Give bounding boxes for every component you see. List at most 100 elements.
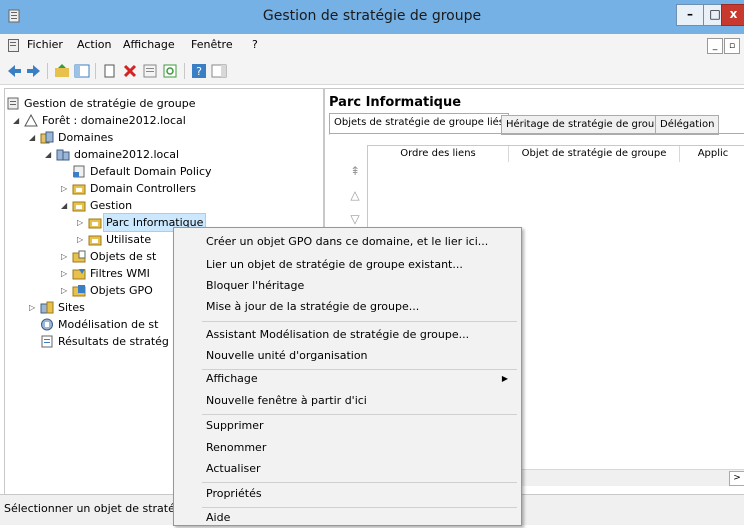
menu-item-delete[interactable]: Supprimer xyxy=(206,416,264,436)
move-down-icon[interactable]: ▽ xyxy=(347,212,363,228)
menu-item-new-ou[interactable]: Nouvelle unité d'organisation xyxy=(206,346,368,366)
toolbar-separator xyxy=(95,63,96,79)
starter-gpo-icon xyxy=(72,285,86,297)
column-header-link-order[interactable]: Ordre des liens xyxy=(368,146,509,162)
forward-arrow-icon[interactable] xyxy=(26,63,42,79)
tree-node-label: Domaines xyxy=(58,131,114,144)
title-bar: Gestion de stratégie de groupe – □ x xyxy=(0,0,744,34)
tab-delegation[interactable]: Délégation xyxy=(655,115,720,135)
expand-icon[interactable]: ▷ xyxy=(61,265,71,282)
menu-separator xyxy=(202,507,517,508)
tab-linked-gpos[interactable]: Objets de stratégie de groupe liés xyxy=(329,113,510,135)
menu-separator xyxy=(202,482,517,483)
tree-node-label: Utilisate xyxy=(106,233,152,246)
tree-node-label: Domain Controllers xyxy=(90,182,197,195)
wmi-folder-icon xyxy=(72,269,86,280)
tree-node-label: Objets GPO xyxy=(90,284,153,297)
show-hide-action-pane-icon[interactable] xyxy=(211,63,227,79)
tree-node-label: domaine2012.local xyxy=(74,148,180,161)
collapse-icon[interactable]: ◢ xyxy=(61,197,71,214)
expand-icon[interactable]: ▷ xyxy=(61,282,71,299)
tree-node-label: Forêt : domaine2012.local xyxy=(42,114,186,127)
collapse-icon[interactable]: ◢ xyxy=(13,112,23,129)
move-top-icon[interactable]: ⇞ xyxy=(347,164,363,180)
toolbar-separator xyxy=(47,63,48,79)
status-text: Sélectionner un objet de straté xyxy=(4,502,175,515)
help-icon[interactable]: ? xyxy=(191,63,207,79)
column-header-applied[interactable]: Applic xyxy=(680,146,744,162)
menu-separator xyxy=(202,321,517,322)
menu-item-link-existing-gpo[interactable]: Lier un objet de stratégie de groupe exi… xyxy=(206,255,463,275)
details-title: Parc Informatique xyxy=(329,95,462,110)
expand-icon[interactable]: ▷ xyxy=(77,214,87,231)
tree-node-label: Gestion xyxy=(90,199,133,212)
forest-icon xyxy=(24,114,38,127)
menu-action[interactable]: Action xyxy=(77,38,111,51)
tab-inheritance[interactable]: Héritage de stratégie de groupe xyxy=(501,115,672,135)
ou-icon xyxy=(88,218,102,229)
close-button[interactable]: x xyxy=(721,4,744,26)
menu-fenetre[interactable]: Fenêtre xyxy=(191,38,233,51)
menu-item-gp-update[interactable]: Mise à jour de la stratégie de groupe... xyxy=(206,297,419,317)
expand-icon[interactable]: ▷ xyxy=(77,231,87,248)
menu-item-help[interactable]: Aide xyxy=(206,508,230,528)
gpmc-icon xyxy=(7,97,19,110)
gpo-folder-icon xyxy=(72,250,86,263)
copy-icon[interactable] xyxy=(102,63,118,79)
show-hide-tree-icon[interactable] xyxy=(74,63,90,79)
ou-icon xyxy=(72,184,86,195)
menu-item-view[interactable]: Affichage ▶ xyxy=(206,369,516,389)
menu-item-block-inheritance[interactable]: Bloquer l'héritage xyxy=(206,276,304,296)
child-restore-button[interactable]: ▫ xyxy=(724,38,740,54)
child-minimize-button[interactable]: _ xyxy=(707,38,723,54)
sites-icon xyxy=(40,301,54,314)
menu-item-modeling-wizard[interactable]: Assistant Modélisation de stratégie de g… xyxy=(206,325,469,345)
gpo-link-icon xyxy=(73,165,85,178)
ou-icon xyxy=(88,235,102,246)
minimize-button[interactable]: – xyxy=(676,4,704,26)
console-icon xyxy=(8,39,19,52)
expand-icon[interactable]: ▷ xyxy=(61,248,71,265)
menu-bar: Fichier Action Affichage Fenêtre ? _ ▫ xyxy=(0,34,744,58)
back-arrow-icon[interactable] xyxy=(6,63,22,79)
window-title: Gestion de stratégie de groupe xyxy=(262,8,482,24)
results-icon xyxy=(41,335,53,348)
menu-item-refresh[interactable]: Actualiser xyxy=(206,459,261,479)
move-up-icon[interactable]: △ xyxy=(347,188,363,204)
menu-separator xyxy=(202,414,517,415)
menu-item-label: Affichage xyxy=(206,372,258,385)
tree-node-label: Filtres WMI xyxy=(90,267,150,280)
ou-icon xyxy=(72,201,86,212)
menu-item-rename[interactable]: Renommer xyxy=(206,438,266,458)
refresh-icon[interactable] xyxy=(162,63,178,79)
properties-icon[interactable] xyxy=(142,63,158,79)
menu-item-create-gpo[interactable]: Créer un objet GPO dans ce domaine, et l… xyxy=(206,232,488,252)
menu-fichier[interactable]: Fichier xyxy=(27,38,63,51)
modeling-icon xyxy=(41,318,53,331)
menu-affichage[interactable]: Affichage xyxy=(123,38,175,51)
tree-node-label: Résultats de stratég xyxy=(58,335,169,348)
submenu-arrow-icon: ▶ xyxy=(501,374,508,383)
tree-node-label: Gestion de stratégie de groupe xyxy=(24,97,196,110)
menu-item-new-window[interactable]: Nouvelle fenêtre à partir d'ici xyxy=(206,391,367,411)
toolbar-separator xyxy=(184,63,185,79)
svg-text:?: ? xyxy=(196,65,202,78)
tree-node-label: Modélisation de st xyxy=(58,318,159,331)
tree-node-label: Sites xyxy=(58,301,85,314)
context-menu: Créer un objet GPO dans ce domaine, et l… xyxy=(173,227,522,526)
expand-icon[interactable]: ▷ xyxy=(61,180,71,197)
toolbar: ? xyxy=(0,58,744,85)
up-folder-icon[interactable] xyxy=(54,63,70,79)
domains-icon xyxy=(40,131,54,144)
menu-item-properties[interactable]: Propriétés xyxy=(206,484,262,504)
scroll-right-icon[interactable]: > xyxy=(729,471,744,486)
collapse-icon[interactable]: ◢ xyxy=(45,146,55,163)
expand-icon[interactable]: ▷ xyxy=(29,299,39,316)
column-header-gpo[interactable]: Objet de stratégie de groupe xyxy=(509,146,680,162)
domain-icon xyxy=(56,149,70,161)
tree-node-label: Default Domain Policy xyxy=(90,165,212,178)
menu-help[interactable]: ? xyxy=(252,38,258,51)
tree-node-label: Objets de st xyxy=(90,250,157,263)
collapse-icon[interactable]: ◢ xyxy=(29,129,39,146)
delete-icon[interactable] xyxy=(122,63,138,79)
